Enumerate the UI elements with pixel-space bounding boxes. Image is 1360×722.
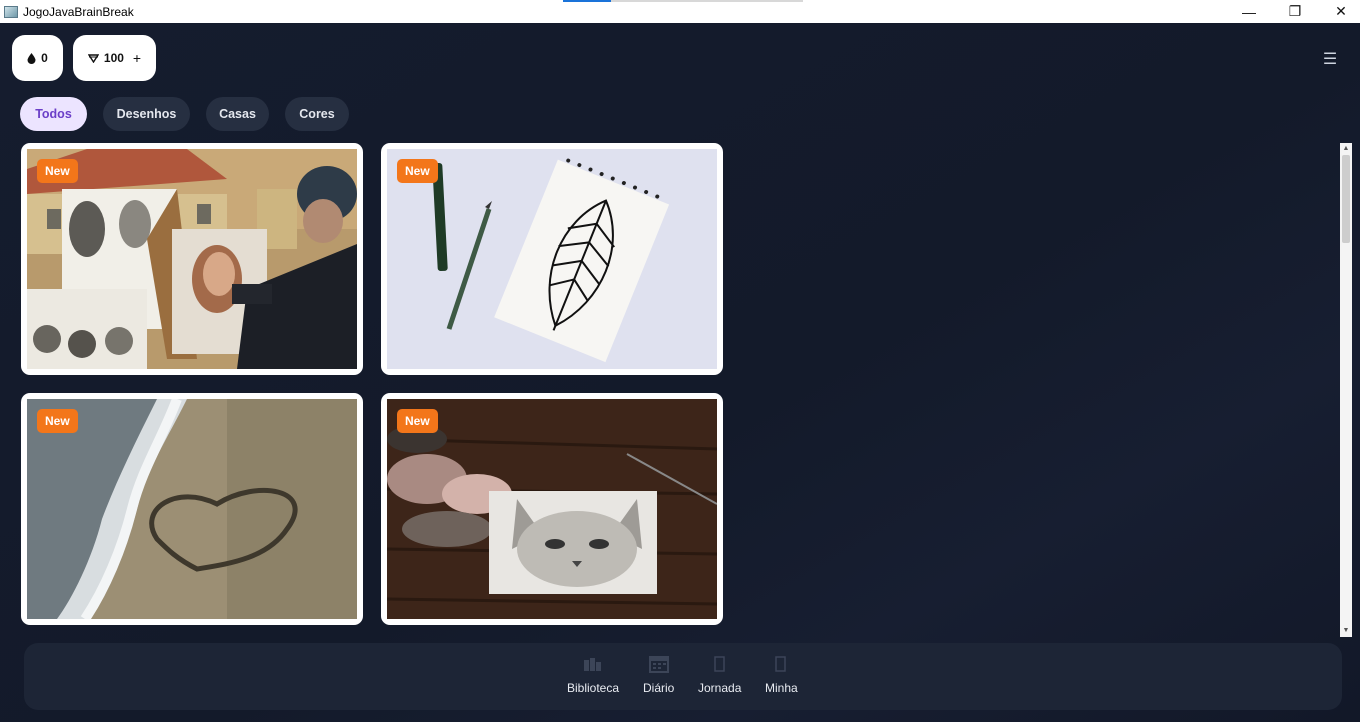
- gem-icon: [87, 53, 99, 63]
- gems-counter[interactable]: 100 +: [73, 35, 156, 81]
- app-main: 0 100 + ☰ Todos Desenhos Casas Cores New: [0, 23, 1360, 722]
- card-image: New: [27, 149, 357, 369]
- new-badge: New: [37, 159, 78, 183]
- minimize-button[interactable]: —: [1226, 0, 1272, 23]
- scroll-down-icon[interactable]: ▼: [1340, 625, 1352, 637]
- new-badge: New: [397, 409, 438, 433]
- new-badge: New: [37, 409, 78, 433]
- nav-item-biblioteca[interactable]: Biblioteca: [567, 653, 619, 695]
- cat-sketch-illustration: [387, 399, 717, 619]
- drops-counter[interactable]: 0: [12, 35, 63, 81]
- picture-card[interactable]: New: [21, 143, 363, 375]
- nav-item-jornada[interactable]: Jornada: [698, 653, 741, 695]
- journey-icon: [709, 653, 731, 675]
- card-image: New: [387, 399, 717, 619]
- window-titlebar: JogoJavaBrainBreak — ❐ ✕: [0, 0, 1360, 23]
- gems-value: 100: [103, 51, 124, 65]
- drop-icon: [27, 52, 36, 64]
- add-gems-button[interactable]: +: [133, 50, 141, 66]
- card-image: New: [27, 399, 357, 619]
- new-badge: New: [397, 159, 438, 183]
- nav-label: Jornada: [698, 681, 742, 695]
- nav-label: Biblioteca: [567, 681, 620, 695]
- scrollbar-thumb[interactable]: [1342, 155, 1350, 243]
- maximize-button[interactable]: ❐: [1272, 0, 1318, 23]
- picture-card[interactable]: New: [21, 393, 363, 625]
- street-artist-illustration: [27, 149, 357, 369]
- picture-card[interactable]: New: [381, 143, 723, 375]
- tab-casas[interactable]: Casas: [206, 97, 269, 131]
- drops-value: 0: [41, 51, 48, 65]
- library-icon: [582, 653, 604, 675]
- tab-desenhos[interactable]: Desenhos: [103, 97, 190, 131]
- bottom-navigation: Biblioteca Diário Jornada Minha: [24, 643, 1342, 710]
- close-button[interactable]: ✕: [1318, 0, 1360, 23]
- hamburger-menu-icon[interactable]: ☰: [1320, 51, 1340, 69]
- window-title: JogoJavaBrainBreak: [23, 4, 134, 19]
- app-icon: [4, 5, 18, 18]
- picture-card[interactable]: New: [381, 393, 723, 625]
- feather-sketch-illustration: [387, 149, 717, 369]
- nav-item-diario[interactable]: Diário: [643, 653, 674, 695]
- titlebar-accent: [563, 0, 611, 2]
- profile-icon: [770, 653, 792, 675]
- nav-label: Diário: [643, 681, 675, 695]
- tab-cores[interactable]: Cores: [285, 97, 349, 131]
- nav-label: Minha: [765, 681, 798, 695]
- card-image: New: [387, 149, 717, 369]
- tab-todos[interactable]: Todos: [20, 97, 87, 131]
- vertical-scrollbar[interactable]: ▲ ▼: [1340, 143, 1352, 637]
- nav-item-minha[interactable]: Minha: [765, 653, 798, 695]
- calendar-icon: [648, 653, 670, 675]
- scroll-up-icon[interactable]: ▲: [1340, 143, 1352, 155]
- sand-heart-illustration: [27, 399, 357, 619]
- titlebar-accent-track: [611, 0, 803, 2]
